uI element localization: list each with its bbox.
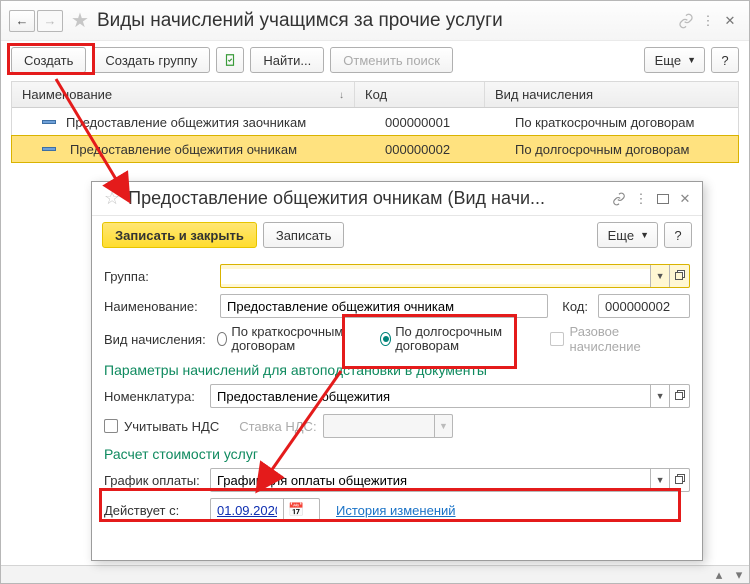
col-header-type[interactable]: Вид начисления: [485, 82, 738, 107]
open-ref-button[interactable]: [669, 469, 689, 491]
type-radio-short[interactable]: По краткосрочным договорам: [217, 325, 361, 353]
cell-type: По долгосрочным договорам: [515, 142, 689, 157]
dialog-title: Предоставление общежития очникам (Вид на…: [128, 188, 608, 209]
more-menu[interactable]: Еще▼: [597, 222, 658, 248]
data-grid: Наименование ↓ Код Вид начисления Предост…: [11, 81, 739, 163]
maximize-button[interactable]: [652, 188, 674, 210]
find-button[interactable]: Найти...: [250, 47, 324, 73]
open-ref-button[interactable]: [669, 385, 689, 407]
pay-schedule-label: График оплаты:: [104, 473, 204, 488]
cell-code: 000000001: [385, 115, 450, 130]
col-header-name-label: Наименование: [22, 87, 112, 102]
calendar-icon[interactable]: 📅: [283, 499, 309, 521]
nav-back-button[interactable]: ←: [9, 10, 35, 32]
nomenclature-label: Номенклатура:: [104, 389, 204, 404]
page-title: Виды начислений учащимся за прочие услуг…: [97, 10, 675, 32]
pay-schedule-input-wrap: ▼: [210, 468, 690, 492]
name-label: Наименование:: [104, 299, 214, 314]
help-button[interactable]: ?: [664, 222, 692, 248]
favorite-star-icon[interactable]: ☆: [104, 188, 120, 209]
radio-short-label: По краткосрочным договорам: [231, 325, 360, 353]
nomenclature-input[interactable]: [211, 389, 650, 404]
table-row-selected[interactable]: Предоставление общежития очникам 0000000…: [11, 135, 739, 163]
save-close-button[interactable]: Записать и закрыть: [102, 222, 257, 248]
create-group-button[interactable]: Создать группу: [92, 47, 210, 73]
group-label: Группа:: [104, 269, 214, 284]
scroll-up-icon[interactable]: ▴: [709, 566, 729, 583]
group-input[interactable]: [221, 269, 650, 284]
create-button[interactable]: Создать: [11, 47, 86, 73]
cell-code: 000000002: [385, 142, 450, 157]
cell-name: Предоставление общежития очникам: [66, 142, 297, 157]
radio-unchecked-icon: [217, 332, 228, 346]
code-value: 000000002: [598, 294, 690, 318]
scroll-down-icon[interactable]: ▾: [729, 566, 749, 583]
save-button[interactable]: Записать: [263, 222, 345, 248]
cell-type: По краткосрочным договорам: [515, 115, 694, 130]
refresh-button[interactable]: [216, 47, 244, 73]
type-label: Вид начисления:: [104, 332, 211, 347]
dropdown-button[interactable]: ▼: [650, 265, 668, 287]
history-link[interactable]: История изменений: [336, 503, 456, 518]
more-menu-label: Еще: [655, 53, 681, 68]
open-ref-icon: [675, 476, 683, 484]
section-params-title: Параметры начислений для автоподстановки…: [104, 362, 690, 378]
pay-schedule-input[interactable]: [211, 473, 650, 488]
col-header-name[interactable]: Наименование ↓: [12, 82, 355, 107]
effective-from-label: Действует с:: [104, 503, 204, 518]
checkbox-empty-icon: [550, 332, 564, 346]
close-button[interactable]: ✕: [674, 188, 696, 210]
nav-forward-button[interactable]: →: [37, 10, 63, 32]
item-icon: [42, 120, 56, 124]
col-header-code[interactable]: Код: [355, 82, 485, 107]
close-button[interactable]: ✕: [719, 10, 741, 32]
dropdown-button[interactable]: ▼: [650, 469, 668, 491]
radio-long-label: По долгосрочным договорам: [395, 325, 524, 353]
kebab-menu-icon[interactable]: ⋮: [697, 10, 719, 32]
vat-rate-input-wrap: ▼: [323, 414, 453, 438]
group-input-wrap: ▼: [220, 264, 690, 288]
vat-checkbox[interactable]: Учитывать НДС: [104, 419, 219, 434]
type-radio-long[interactable]: По долгосрочным договорам: [380, 325, 524, 353]
link-icon[interactable]: [608, 188, 630, 210]
sort-indicator-icon: ↓: [339, 90, 344, 101]
item-icon: [42, 147, 56, 151]
effective-date-input[interactable]: [211, 503, 283, 518]
more-menu[interactable]: Еще▼: [644, 47, 705, 73]
cell-name: Предоставление общежития заочникам: [66, 115, 306, 130]
kebab-menu-icon[interactable]: ⋮: [630, 188, 652, 210]
vat-checkbox-label: Учитывать НДС: [124, 419, 219, 434]
nomenclature-input-wrap: ▼: [210, 384, 690, 408]
table-row[interactable]: Предоставление общежития заочникам 00000…: [12, 108, 738, 136]
radio-checked-icon: [380, 332, 391, 346]
onetime-label: Разовое начисление: [570, 324, 690, 354]
status-bar: ▴ ▾: [1, 565, 749, 583]
vat-rate-input: [324, 419, 435, 434]
effective-date-input-wrap: 📅: [210, 498, 320, 522]
section-cost-title: Расчет стоимости услуг: [104, 446, 690, 462]
help-button[interactable]: ?: [711, 47, 739, 73]
open-ref-button[interactable]: [669, 265, 689, 287]
more-menu-label: Еще: [608, 228, 634, 243]
edit-dialog: ☆ Предоставление общежития очникам (Вид …: [91, 181, 703, 561]
open-ref-icon: [675, 392, 683, 400]
link-icon[interactable]: [675, 10, 697, 32]
onetime-checkbox: Разовое начисление: [550, 324, 690, 354]
name-input-wrap: [220, 294, 548, 318]
name-input[interactable]: [221, 299, 547, 314]
vat-rate-label: Ставка НДС:: [239, 419, 316, 434]
cancel-search-button[interactable]: Отменить поиск: [330, 47, 453, 73]
favorite-star-icon[interactable]: ★: [71, 8, 89, 33]
checkbox-empty-icon: [104, 419, 118, 433]
open-ref-icon: [675, 272, 683, 280]
dropdown-button[interactable]: ▼: [650, 385, 668, 407]
code-label: Код:: [554, 299, 592, 314]
dropdown-button: ▼: [434, 415, 451, 437]
